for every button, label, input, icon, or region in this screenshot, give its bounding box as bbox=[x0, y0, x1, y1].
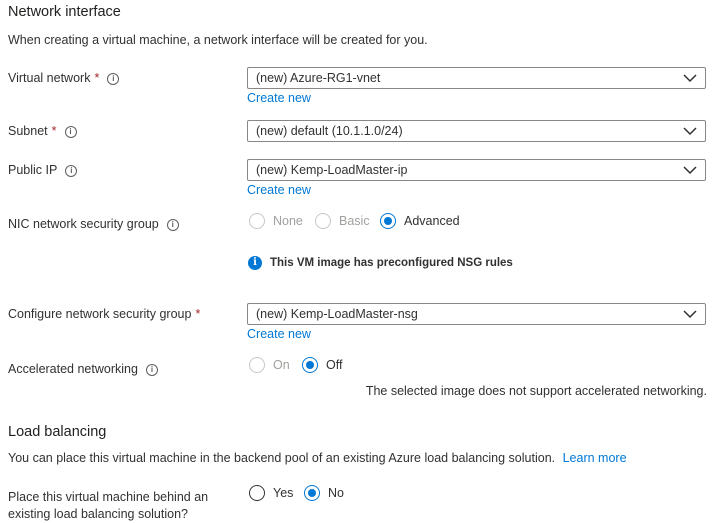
public-ip-create-new-link[interactable]: Create new bbox=[247, 183, 311, 197]
accelerated-option-off-label: Off bbox=[326, 358, 343, 372]
load-balancing-option-no-label: No bbox=[328, 486, 344, 500]
load-balancing-question-label: Place this virtual machine behind an exi… bbox=[8, 490, 209, 521]
accelerated-radio-off[interactable] bbox=[302, 357, 318, 373]
info-icon[interactable]: i bbox=[107, 73, 120, 85]
load-balancing-radio-no[interactable] bbox=[304, 485, 320, 501]
virtual-network-create-new-link[interactable]: Create new bbox=[247, 91, 311, 105]
nic-nsg-radio-advanced[interactable] bbox=[380, 213, 396, 229]
network-interface-description: When creating a virtual machine, a netwo… bbox=[8, 33, 428, 47]
nic-nsg-radio-basic[interactable] bbox=[315, 213, 331, 229]
info-icon[interactable]: i bbox=[65, 165, 78, 177]
chevron-down-icon bbox=[683, 74, 697, 83]
public-ip-label: Public IP i bbox=[8, 163, 78, 177]
load-balancing-option-yes-label: Yes bbox=[273, 486, 294, 500]
subnet-label: Subnet * i bbox=[8, 124, 77, 138]
nic-nsg-radio-none[interactable] bbox=[249, 213, 265, 229]
virtual-network-label: Virtual network * i bbox=[8, 71, 120, 85]
subnet-dropdown[interactable]: (new) default (10.1.1.0/24) bbox=[247, 120, 706, 142]
nsg-preconfigured-note: This VM image has preconfigured NSG rule… bbox=[270, 257, 513, 269]
configure-nsg-dropdown[interactable]: (new) Kemp-LoadMaster-nsg bbox=[247, 303, 706, 325]
info-icon[interactable]: i bbox=[166, 219, 179, 231]
required-marker: * bbox=[195, 307, 201, 321]
chevron-down-icon bbox=[683, 166, 697, 175]
info-filled-icon: i bbox=[248, 256, 262, 270]
public-ip-dropdown[interactable]: (new) Kemp-LoadMaster-ip bbox=[247, 159, 706, 181]
configure-nsg-label: Configure network security group * bbox=[8, 307, 201, 321]
configure-nsg-create-new-link[interactable]: Create new bbox=[247, 327, 311, 341]
accelerated-unsupported-note: The selected image does not support acce… bbox=[365, 384, 707, 398]
section-heading-load-balancing: Load balancing bbox=[8, 424, 107, 440]
chevron-down-icon bbox=[683, 310, 697, 319]
chevron-down-icon bbox=[683, 127, 697, 136]
section-heading-network-interface: Network interface bbox=[8, 4, 121, 20]
virtual-network-dropdown[interactable]: (new) Azure-RG1-vnet bbox=[247, 67, 706, 89]
required-marker: * bbox=[94, 71, 100, 85]
nic-nsg-option-advanced-label: Advanced bbox=[404, 214, 460, 228]
info-icon[interactable]: i bbox=[64, 126, 77, 138]
load-balancing-description: You can place this virtual machine in th… bbox=[8, 451, 627, 465]
info-icon[interactable]: i bbox=[145, 364, 158, 376]
learn-more-link[interactable]: Learn more bbox=[563, 451, 627, 465]
nic-nsg-option-basic-label: Basic bbox=[339, 214, 370, 228]
required-marker: * bbox=[51, 124, 57, 138]
accelerated-networking-label: Accelerated networking i bbox=[8, 362, 158, 376]
accelerated-option-on-label: On bbox=[273, 358, 290, 372]
load-balancing-radio-yes[interactable] bbox=[249, 485, 265, 501]
nic-nsg-label: NIC network security group i bbox=[8, 217, 179, 231]
accelerated-radio-on[interactable] bbox=[249, 357, 265, 373]
nic-nsg-option-none-label: None bbox=[273, 214, 303, 228]
